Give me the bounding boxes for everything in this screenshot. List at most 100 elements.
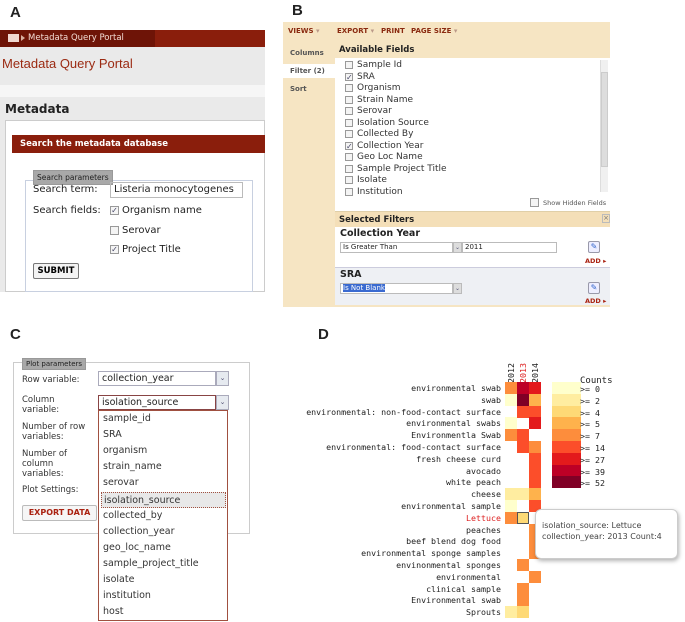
heatmap-cell[interactable] — [529, 464, 541, 477]
dropdown-option[interactable]: collection_year — [101, 524, 226, 540]
toolbar-views[interactable]: VIEWS ▾ — [288, 27, 320, 35]
heatmap-cell[interactable] — [505, 393, 517, 406]
dropdown-option[interactable]: collected_by — [101, 508, 226, 524]
field-option[interactable]: Collected By — [345, 129, 413, 139]
heatmap-cell[interactable] — [517, 393, 529, 406]
heatmap-cell[interactable] — [517, 405, 529, 418]
heatmap-cell[interactable] — [505, 500, 517, 512]
operator-select[interactable]: Is Greater Than — [340, 242, 453, 253]
edit-icon[interactable]: ✎ — [588, 282, 600, 294]
field-option[interactable]: Sample Project Title — [345, 164, 447, 174]
dropdown-option[interactable]: sample_project_title — [101, 556, 226, 572]
side-tab[interactable]: Columns — [283, 46, 335, 60]
operator-select[interactable]: Is Not Blank — [340, 283, 453, 294]
heatmap-cell[interactable] — [517, 559, 529, 571]
heatmap-cell[interactable] — [505, 606, 517, 619]
side-tab[interactable]: Filter (2) — [283, 64, 335, 78]
field-option[interactable]: Isolation Source — [345, 118, 429, 128]
scrollbar-thumb[interactable] — [601, 72, 608, 167]
toolbar-page-size[interactable]: PAGE SIZE ▾ — [411, 27, 457, 35]
heatmap-cell[interactable] — [517, 511, 529, 524]
row-variable-select[interactable]: collection_year — [98, 371, 216, 386]
field-option[interactable]: ✓ Collection Year — [345, 141, 423, 151]
chevron-down-icon[interactable]: ⌄ — [216, 395, 229, 410]
column-variable-select[interactable]: isolation_source — [98, 395, 216, 410]
dropdown-option[interactable]: isolation_source — [101, 491, 226, 508]
close-icon[interactable]: × — [602, 214, 610, 223]
heatmap-cell[interactable] — [529, 382, 541, 394]
checkbox[interactable] — [110, 225, 119, 235]
checkbox[interactable]: ✓ — [110, 245, 119, 254]
dropdown-option[interactable]: host — [101, 604, 226, 620]
side-tab[interactable]: Sort — [283, 82, 335, 96]
dropdown-option[interactable]: institution — [101, 588, 226, 604]
filter-value-input[interactable]: 2011 — [462, 242, 557, 253]
checkbox[interactable] — [345, 187, 353, 196]
heatmap-cell[interactable] — [517, 594, 529, 607]
field-option[interactable]: Institution — [345, 187, 403, 197]
field-option[interactable]: ✓ SRA — [345, 72, 375, 82]
checkbox[interactable]: ✓ — [345, 72, 353, 81]
field-option[interactable]: Geo Loc Name — [345, 152, 423, 162]
add-button[interactable]: ADD ▸ — [585, 257, 606, 265]
checkbox[interactable]: ✓ — [345, 141, 353, 150]
search-field-option[interactable]: Serovar — [110, 225, 161, 236]
dropdown-option[interactable]: strain_name — [101, 459, 226, 475]
edit-icon[interactable]: ✎ — [588, 241, 600, 253]
heatmap-cell[interactable] — [517, 382, 529, 394]
heatmap-cell[interactable] — [517, 606, 529, 619]
checkbox[interactable] — [345, 164, 353, 173]
heatmap-cell[interactable] — [529, 452, 541, 465]
field-option[interactable]: Isolate — [345, 175, 387, 185]
export-data-button[interactable]: EXPORT DATA — [22, 505, 97, 521]
heatmap-cell[interactable] — [505, 382, 517, 394]
dropdown-option[interactable]: sample_id — [101, 411, 226, 427]
dropdown-option[interactable]: SRA — [101, 427, 226, 443]
checkbox[interactable] — [345, 61, 353, 69]
search-term-input[interactable]: Listeria monocytogenes — [110, 182, 243, 198]
checkbox[interactable] — [345, 107, 353, 115]
toolbar-print[interactable]: PRINT — [381, 27, 405, 35]
search-field-option[interactable]: ✓ Organism name — [110, 205, 202, 216]
checkbox[interactable]: ✓ — [110, 206, 119, 215]
checkbox[interactable] — [345, 153, 353, 161]
home-icon[interactable] — [8, 34, 19, 42]
chevron-down-icon[interactable]: ⌄ — [453, 283, 462, 294]
show-hidden-checkbox[interactable] — [530, 198, 539, 207]
field-option[interactable]: Sample Id — [345, 60, 402, 70]
show-hidden-fields[interactable]: Show Hidden Fields — [530, 198, 606, 207]
dropdown-option[interactable]: serovar — [101, 475, 226, 491]
chevron-down-icon[interactable]: ⌄ — [453, 242, 462, 253]
heatmap-cell[interactable] — [505, 511, 517, 524]
heatmap-cell[interactable] — [529, 405, 541, 418]
submit-button[interactable]: SUBMIT — [33, 263, 79, 279]
column-variable-dropdown[interactable]: sample_id SRA organism strain_name serovar is… — [98, 410, 228, 621]
dropdown-option[interactable]: isolate — [101, 572, 226, 588]
heatmap-cell[interactable] — [517, 582, 529, 595]
heatmap-cell[interactable] — [517, 488, 529, 501]
checkbox[interactable] — [345, 176, 353, 184]
checkbox[interactable] — [345, 95, 353, 104]
heatmap-cell[interactable] — [505, 429, 517, 442]
heatmap-cell[interactable] — [529, 441, 541, 453]
checkbox[interactable] — [345, 84, 353, 92]
heatmap-cell[interactable] — [529, 417, 541, 430]
heatmap-cell[interactable] — [529, 393, 541, 406]
search-field-option[interactable]: ✓ Project Title — [110, 244, 181, 255]
add-button[interactable]: ADD ▸ — [585, 297, 606, 305]
checkbox[interactable] — [345, 130, 353, 138]
toolbar-export[interactable]: EXPORT ▾ — [337, 27, 374, 35]
heatmap-cell[interactable] — [529, 476, 541, 489]
field-option[interactable]: Strain Name — [345, 95, 413, 105]
field-option[interactable]: Serovar — [345, 106, 392, 116]
field-option[interactable]: Organism — [345, 83, 401, 93]
scrollbar[interactable] — [600, 60, 608, 192]
chevron-down-icon[interactable]: ⌄ — [216, 371, 229, 386]
heatmap-cell[interactable] — [517, 429, 529, 442]
dropdown-option[interactable]: geo_loc_name — [101, 540, 226, 556]
heatmap-cell[interactable] — [529, 570, 541, 583]
dropdown-option[interactable]: organism — [101, 443, 226, 459]
heatmap-cell[interactable] — [517, 441, 529, 453]
heatmap-cell[interactable] — [505, 488, 517, 501]
heatmap-cell[interactable] — [505, 417, 517, 430]
